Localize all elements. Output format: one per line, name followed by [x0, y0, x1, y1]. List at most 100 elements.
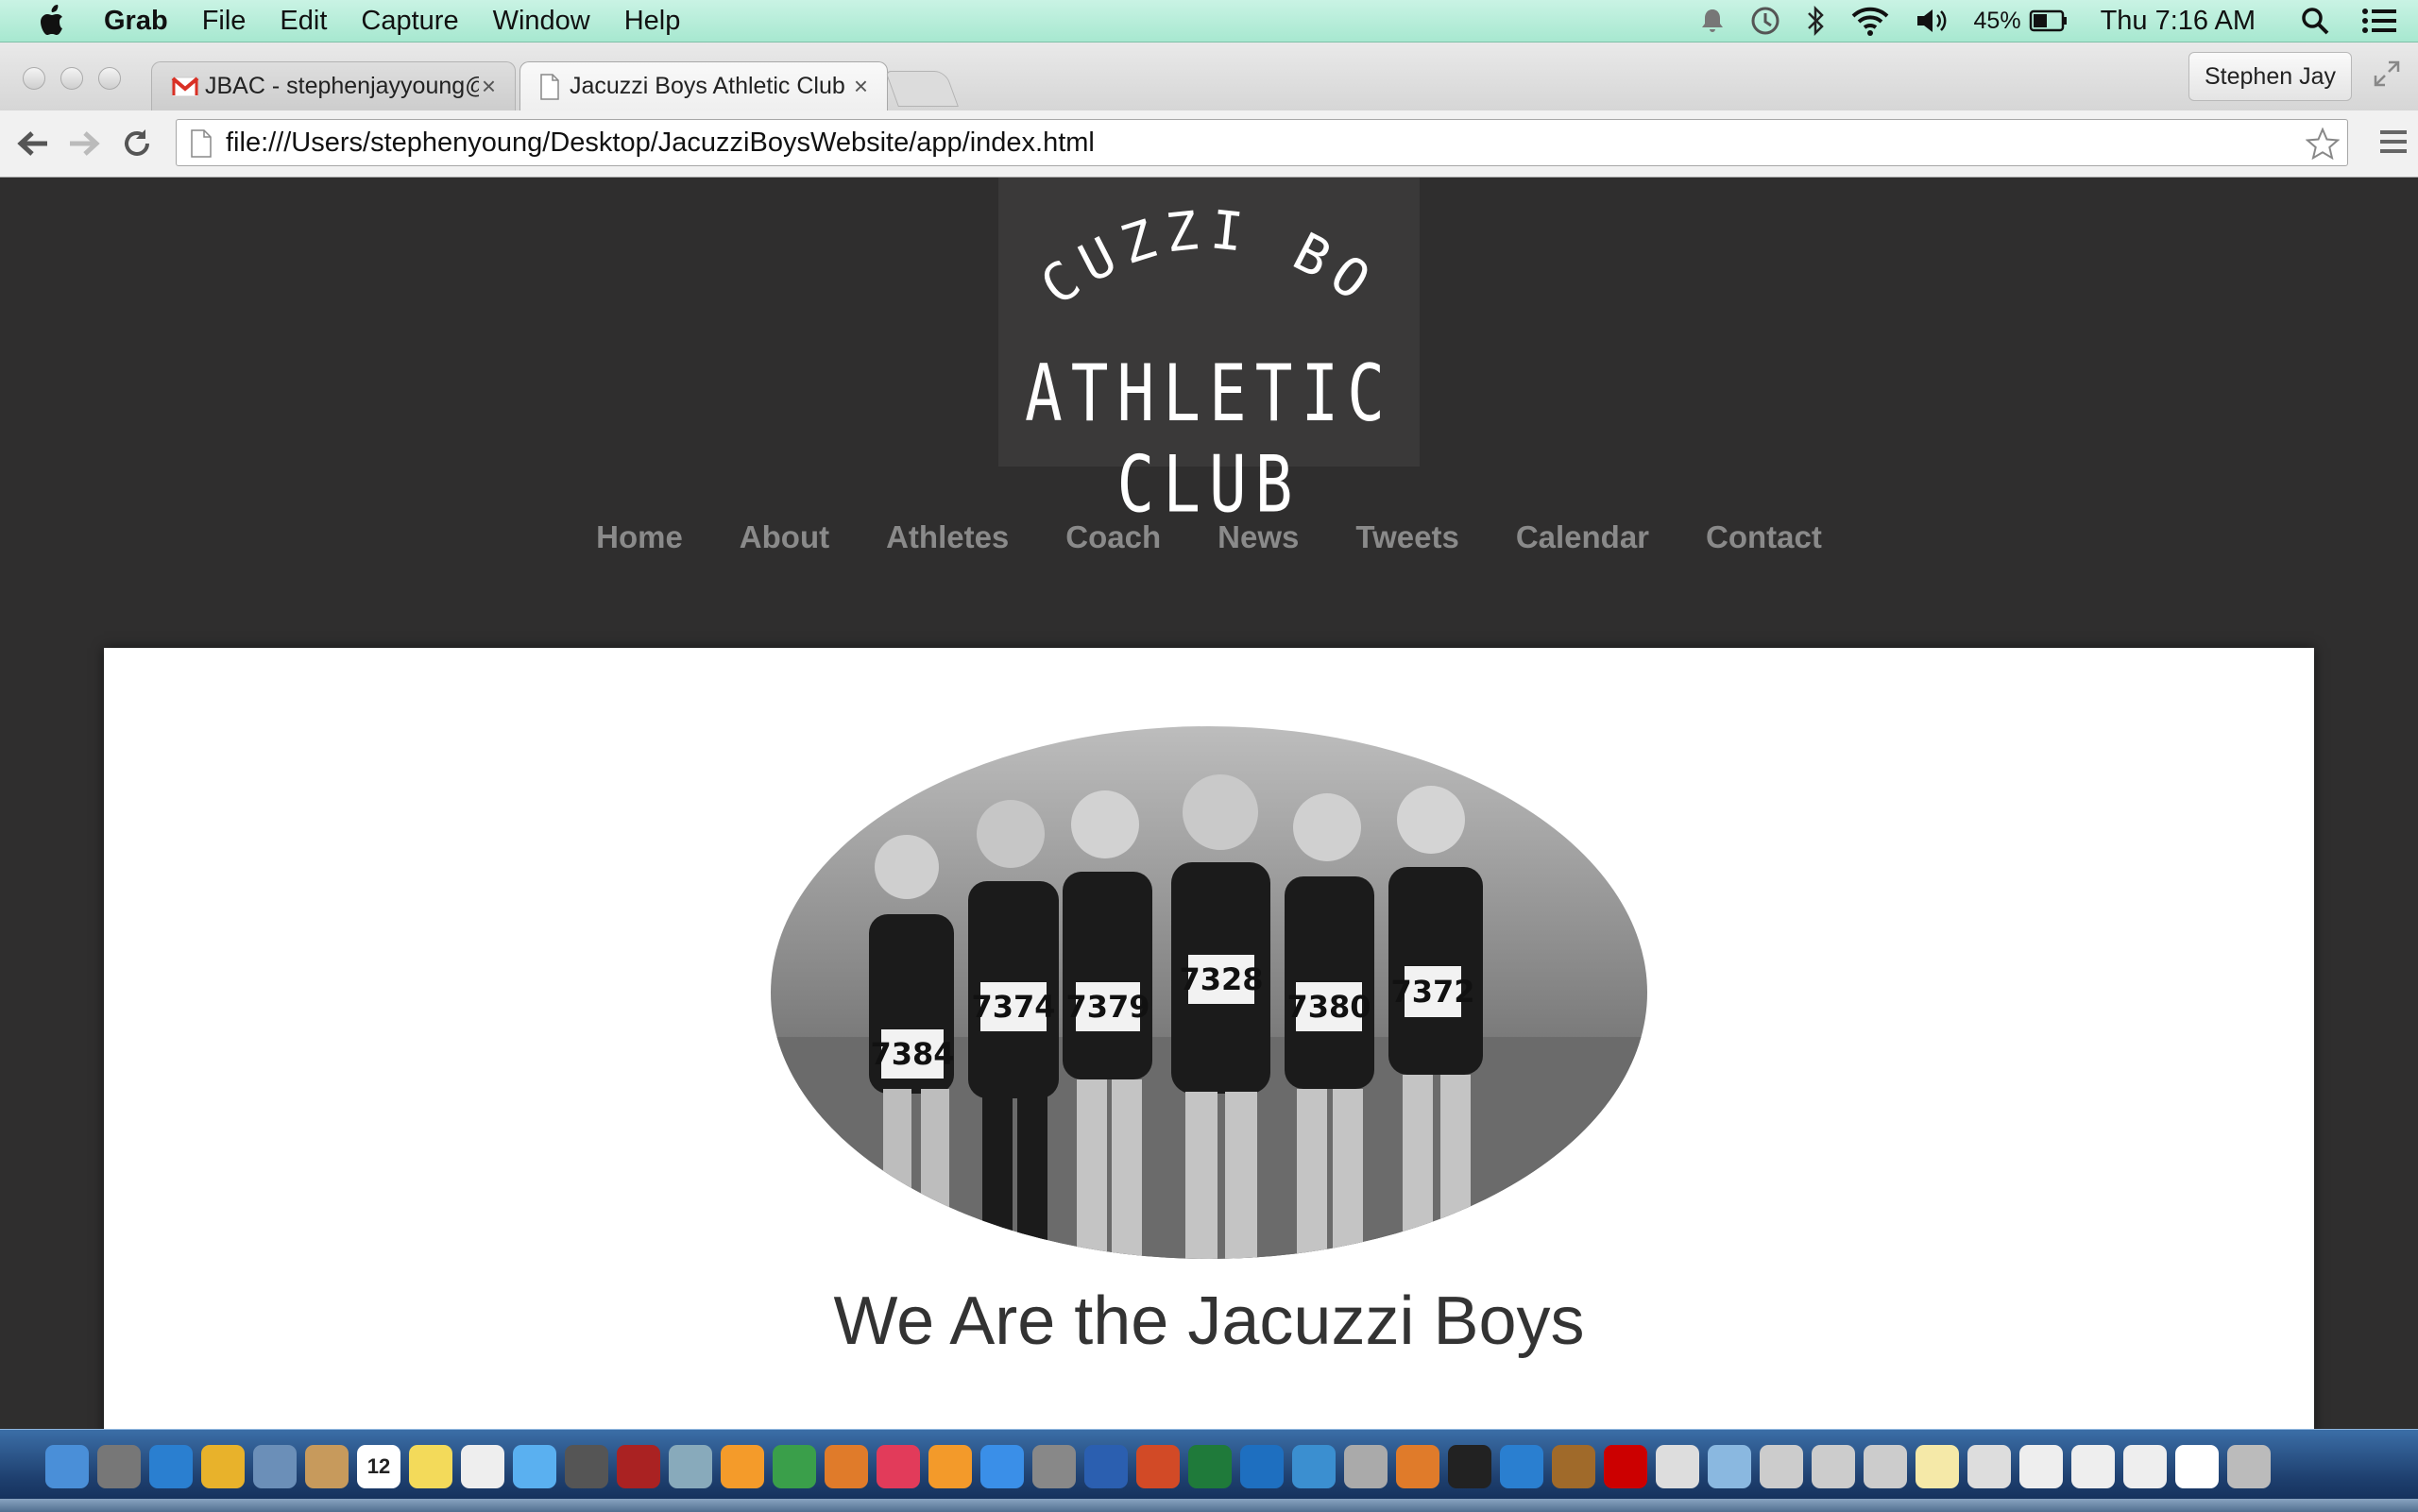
system-preferences-icon[interactable] — [1032, 1445, 1076, 1488]
acorn-icon[interactable] — [1552, 1445, 1595, 1488]
logo-line1: JACUZZI BOYS — [998, 178, 1378, 318]
bluetooth-icon[interactable] — [1804, 5, 1827, 37]
address-bar[interactable]: file:///Users/stephenyoung/Desktop/Jacuz… — [176, 119, 2348, 166]
qr-icon[interactable] — [1500, 1445, 1543, 1488]
sublime-icon[interactable] — [1396, 1445, 1439, 1488]
profile-button[interactable]: Stephen Jay — [2188, 52, 2352, 101]
tab-jacuzzi-boys-label: Jacuzzi Boys Athletic Club — [570, 73, 845, 99]
bookmark-star-icon[interactable] — [2306, 127, 2340, 160]
png-file-icon-2[interactable] — [1812, 1445, 1855, 1488]
menu-edit[interactable]: Edit — [280, 6, 327, 37]
messages-icon[interactable] — [513, 1445, 556, 1488]
safari-icon[interactable] — [149, 1445, 193, 1488]
menu-file[interactable]: File — [202, 6, 247, 37]
notes-icon[interactable] — [409, 1445, 452, 1488]
numbers-icon[interactable] — [773, 1445, 816, 1488]
back-arrow-icon[interactable] — [15, 127, 51, 160]
network-icon[interactable] — [1292, 1445, 1336, 1488]
folder-icon[interactable] — [1708, 1445, 1751, 1488]
site-logo[interactable]: JACUZZI BOYS ATHLETIC CLUB — [998, 178, 1420, 530]
menu-help[interactable]: Help — [624, 6, 681, 37]
nav-news[interactable]: News — [1218, 519, 1299, 555]
page-icon — [540, 73, 559, 100]
archive-icon[interactable] — [1656, 1445, 1699, 1488]
window-thumb-icon-2[interactable] — [2071, 1445, 2115, 1488]
bib-5: 7380 — [1286, 989, 1371, 1025]
bib-1: 7384 — [870, 1036, 954, 1072]
window-thumb-icon-3[interactable] — [2123, 1445, 2167, 1488]
acrobat-icon[interactable] — [1604, 1445, 1647, 1488]
finder-icon[interactable] — [45, 1445, 89, 1488]
fullscreen-icon[interactable] — [2373, 59, 2401, 88]
tab-close-icon[interactable]: × — [854, 72, 868, 101]
nav-coach[interactable]: Coach — [1065, 519, 1161, 555]
contacts-icon[interactable] — [305, 1445, 349, 1488]
iphoto-icon[interactable] — [669, 1445, 712, 1488]
reminders-icon[interactable] — [461, 1445, 504, 1488]
browser-toolbar: file:///Users/stephenyoung/Desktop/Jacuz… — [0, 110, 2418, 178]
trash-icon[interactable] — [2227, 1445, 2271, 1488]
menu-window[interactable]: Window — [493, 6, 590, 37]
logo-arc-text: JACUZZI BOYS — [998, 178, 1388, 318]
tab-gmail[interactable]: JBAC - stephenjayyoung@g × — [151, 61, 516, 110]
svg-text:JACUZZI BOYS: JACUZZI BOYS — [998, 178, 1388, 318]
apple-icon[interactable] — [34, 2, 72, 40]
clock[interactable]: Thu 7:16 AM — [2101, 6, 2256, 37]
terminal-icon[interactable] — [1448, 1445, 1491, 1488]
png-file-icon[interactable] — [1760, 1445, 1803, 1488]
excel-icon[interactable] — [1188, 1445, 1232, 1488]
png-file-icon-3[interactable] — [1864, 1445, 1907, 1488]
preview-icon[interactable] — [253, 1445, 297, 1488]
page-headline: We Are the Jacuzzi Boys — [833, 1283, 1585, 1359]
chrome-icon[interactable] — [201, 1445, 245, 1488]
note-file-icon[interactable] — [1916, 1445, 1959, 1488]
ibooks-icon[interactable] — [928, 1445, 972, 1488]
bib-3: 7379 — [1065, 989, 1149, 1025]
utility-icon[interactable] — [1344, 1445, 1388, 1488]
document-icon[interactable] — [2175, 1445, 2219, 1488]
chrome-menu-icon[interactable] — [2378, 127, 2409, 156]
forward-arrow-icon[interactable] — [66, 127, 102, 160]
notification-center-icon[interactable] — [2361, 7, 2397, 35]
tab-close-icon[interactable]: × — [482, 72, 496, 101]
time-machine-icon[interactable] — [1749, 5, 1781, 37]
nav-calendar[interactable]: Calendar — [1516, 519, 1649, 555]
powerpoint-icon[interactable] — [1136, 1445, 1180, 1488]
app-store-icon[interactable] — [980, 1445, 1024, 1488]
wifi-icon[interactable] — [1849, 5, 1891, 37]
keynote-icon[interactable] — [825, 1445, 868, 1488]
nav-tweets[interactable]: Tweets — [1355, 519, 1458, 555]
volume-icon[interactable] — [1914, 5, 1951, 37]
window-thumb-icon[interactable] — [2019, 1445, 2063, 1488]
outlook-icon[interactable] — [1240, 1445, 1284, 1488]
battery-percent[interactable]: 45% — [1974, 8, 2021, 35]
bib-6: 7372 — [1390, 974, 1474, 1010]
nav-athletes[interactable]: Athletes — [886, 519, 1009, 555]
pages-icon[interactable] — [721, 1445, 764, 1488]
menu-app-name[interactable]: Grab — [104, 6, 168, 37]
notification-bell-icon[interactable] — [1698, 7, 1727, 35]
window-close-button[interactable] — [23, 67, 45, 90]
calendar-day: 12 — [366, 1454, 391, 1478]
spotlight-search-icon[interactable] — [2301, 7, 2329, 35]
reload-icon[interactable] — [121, 127, 153, 160]
menu-capture[interactable]: Capture — [361, 6, 458, 37]
menu-bar: Grab File Edit Capture Window Help 45% T… — [0, 0, 2418, 42]
photo-booth-icon[interactable] — [617, 1445, 660, 1488]
nav-contact[interactable]: Contact — [1706, 519, 1822, 555]
window-minimize-button[interactable] — [60, 67, 83, 90]
tab-jacuzzi-boys[interactable]: Jacuzzi Boys Athletic Club × — [519, 61, 888, 110]
window-zoom-button[interactable] — [98, 67, 121, 90]
calendar-icon[interactable]: 12 — [357, 1445, 400, 1488]
word-icon[interactable] — [1084, 1445, 1128, 1488]
screenshot-icon[interactable] — [1967, 1445, 2011, 1488]
nav-about[interactable]: About — [740, 519, 829, 555]
dock: 12 — [0, 1429, 2418, 1512]
facetime-icon[interactable] — [565, 1445, 608, 1488]
new-tab-button[interactable] — [885, 71, 959, 107]
battery-icon[interactable] — [2029, 8, 2069, 33]
itunes-icon[interactable] — [877, 1445, 920, 1488]
nav-home[interactable]: Home — [596, 519, 683, 555]
bib-2: 7374 — [971, 989, 1055, 1025]
launchpad-icon[interactable] — [97, 1445, 141, 1488]
